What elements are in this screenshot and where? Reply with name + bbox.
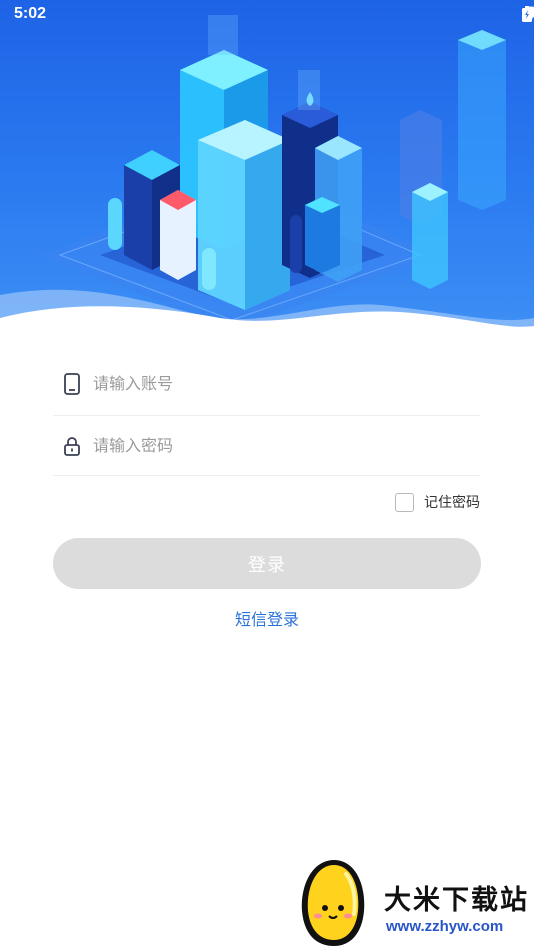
watermark-logo: 大米下载站 www.zzhyw.com <box>294 856 534 950</box>
login-button[interactable]: 登录 <box>53 538 481 589</box>
password-input[interactable] <box>93 436 453 455</box>
remember-password[interactable]: 记住密码 <box>395 492 480 512</box>
sms-login-text[interactable]: 短信登录 <box>235 610 299 629</box>
rice-mascot-icon <box>301 860 365 946</box>
sms-login-link: 短信登录 <box>0 606 534 630</box>
phone-icon <box>61 372 83 395</box>
lock-icon <box>61 435 83 457</box>
watermark-title: 大米下载站 <box>384 885 529 916</box>
status-time: 5:02 <box>14 5 47 22</box>
account-field <box>53 352 480 416</box>
city-illustration <box>0 15 534 330</box>
status-bar: 5:02 <box>0 0 534 28</box>
watermark-url: www.zzhyw.com <box>386 918 504 935</box>
account-input[interactable] <box>93 374 453 393</box>
remember-checkbox[interactable] <box>395 492 414 512</box>
hero-banner: 5:02 <box>0 0 534 330</box>
remember-label: 记住密码 <box>424 495 480 511</box>
battery-icon <box>522 6 532 22</box>
password-field <box>53 416 480 476</box>
